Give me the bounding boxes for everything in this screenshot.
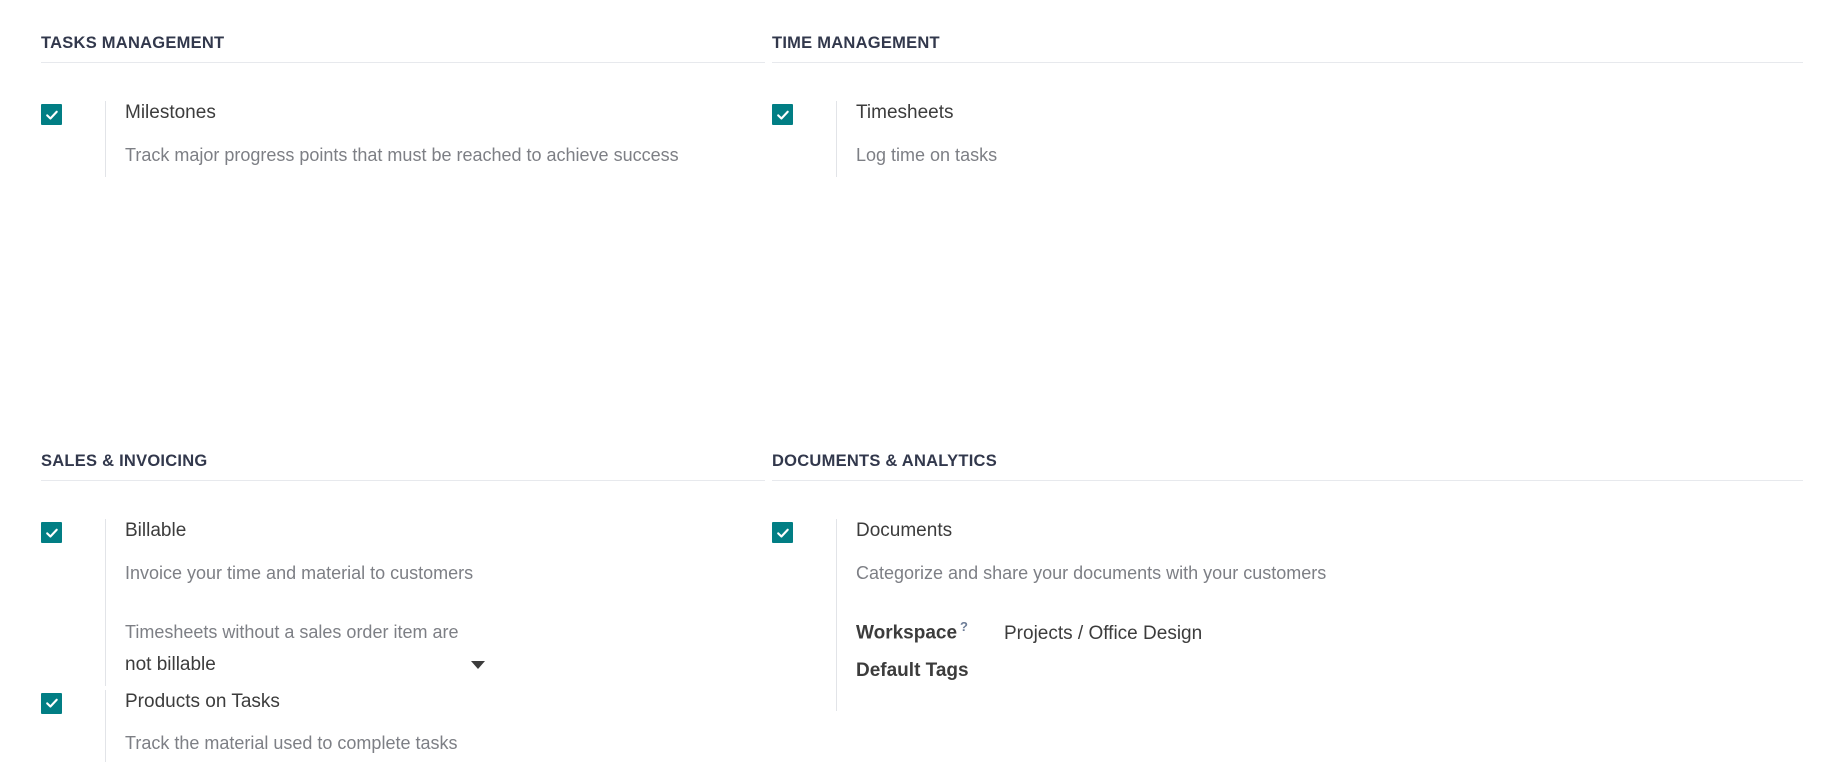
check-icon (45, 110, 58, 120)
option-title-documents[interactable]: Documents (856, 519, 1803, 543)
checkbox-products-on-tasks[interactable] (41, 692, 62, 714)
field-label-workspace-text: Workspace (856, 622, 958, 644)
document-fields: Workspace? Projects / Office Design Defa… (856, 619, 1803, 701)
section-time-management: TIME MANAGEMENT Timesheets Log time on t… (0, 0, 1845, 178)
field-label-default-tags-text: Default Tags (856, 660, 969, 682)
option-description-timesheets: Log time on tasks (856, 144, 998, 165)
checkbox-timesheets[interactable] (772, 104, 793, 125)
checkbox-documents[interactable] (772, 522, 793, 544)
option-title-timesheets[interactable]: Timesheets (856, 101, 1803, 125)
option-description-documents: Categorize and share your documents with… (856, 562, 1327, 583)
check-icon (776, 110, 789, 120)
options-documents-analytics: Documents Categorize and share your docu… (772, 481, 1803, 712)
check-icon (45, 528, 58, 538)
section-documents-analytics: DOCUMENTS & ANALYTICS Documents Categori… (0, 177, 1845, 762)
section-title-time-management: TIME MANAGEMENT (772, 34, 1803, 63)
checkbox-milestones[interactable] (41, 104, 62, 125)
options-time-management: Timesheets Log time on tasks (772, 63, 1803, 178)
field-label-default-tags: Default Tags (856, 660, 1004, 682)
option-timesheets: Timesheets Log time on tasks (772, 101, 1803, 178)
section-title-documents-analytics: DOCUMENTS & ANALYTICS (772, 452, 1803, 482)
option-body-timesheets: Timesheets Log time on tasks (836, 101, 1803, 178)
field-label-workspace: Workspace? (856, 619, 1004, 644)
checkbox-billable[interactable] (41, 522, 62, 544)
option-body-documents: Documents Categorize and share your docu… (836, 519, 1803, 712)
field-row-default-tags: Default Tags (856, 660, 1803, 701)
option-documents: Documents Categorize and share your docu… (772, 519, 1803, 712)
settings-page: TASKS MANAGEMENT Milestones Track major … (0, 0, 1845, 762)
settings-grid: TASKS MANAGEMENT Milestones Track major … (0, 0, 1845, 762)
check-icon (45, 698, 58, 708)
field-value-workspace[interactable]: Projects / Office Design (1004, 623, 1202, 645)
field-row-workspace: Workspace? Projects / Office Design (856, 619, 1803, 660)
checkbox-cell (772, 101, 836, 125)
check-icon (776, 528, 789, 538)
checkbox-cell (772, 519, 836, 544)
help-question-icon[interactable]: ? (960, 619, 968, 634)
